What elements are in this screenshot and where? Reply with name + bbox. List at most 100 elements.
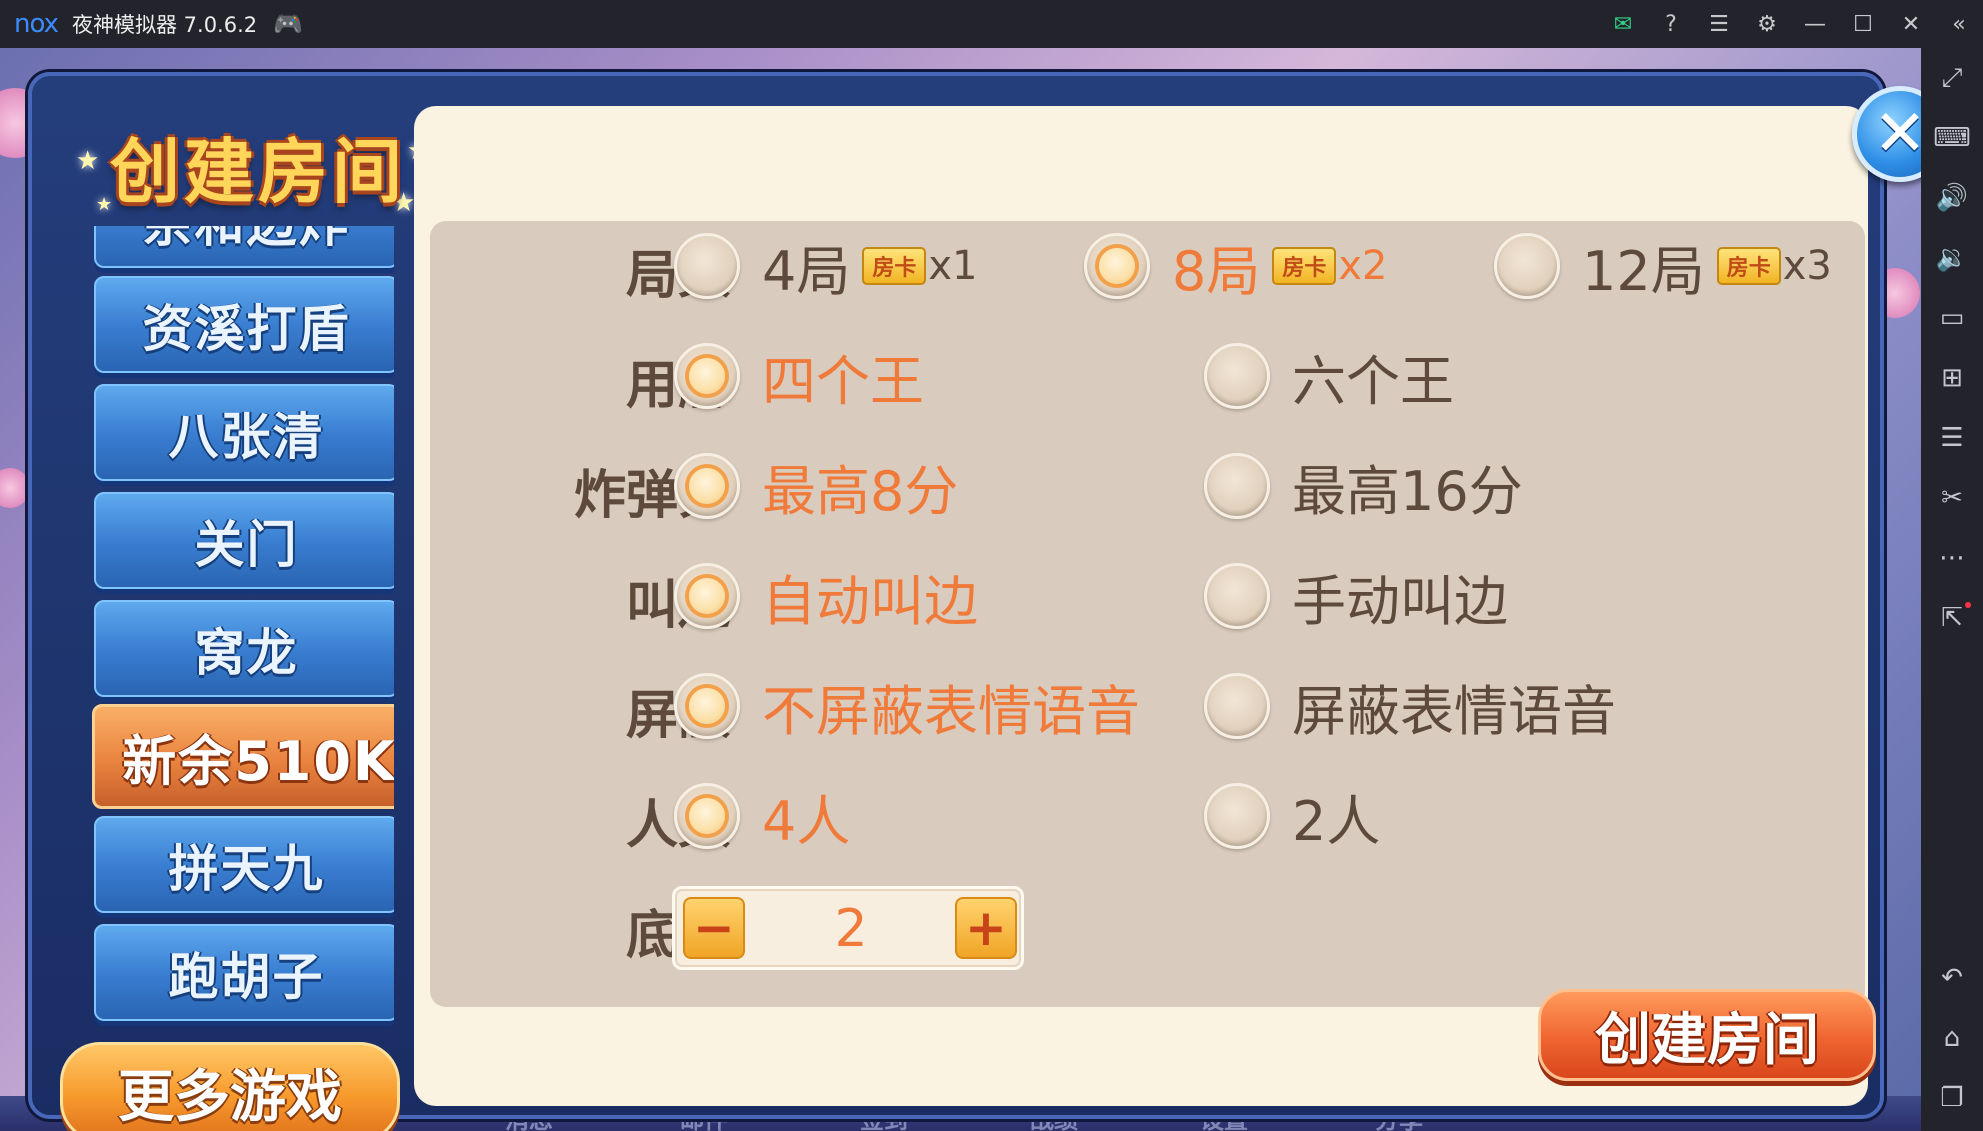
- card-multiplier: x3: [1782, 243, 1832, 289]
- rounds-option-8[interactable]: 8局 房卡 x2: [1084, 221, 1387, 311]
- mute-option-on[interactable]: 屏蔽表情语音: [1204, 661, 1616, 751]
- players-option-4[interactable]: 4人: [674, 771, 850, 861]
- game-item[interactable]: 八张清: [94, 384, 394, 481]
- option-text: 2人: [1292, 789, 1381, 853]
- option-text: 最高16分: [1292, 459, 1523, 523]
- option-text: 8局: [1172, 239, 1261, 303]
- option-text: 最高8分: [762, 459, 959, 523]
- radio-button-checked[interactable]: [674, 563, 740, 629]
- create-room-dialog: ★ ★ ★ ★ 创建房间 余和边炸 资溪打盾 八张清 关门 窝龙 新余510K …: [28, 72, 1921, 1131]
- collapse-icon[interactable]: «: [1935, 0, 1983, 48]
- game-item[interactable]: 关门: [94, 492, 394, 589]
- card-multiplier: x1: [928, 243, 978, 289]
- game-screen: 商城 玩法 消息 邮件 签到 战绩 设置 分享 ★ ★ ★ ★ 创建房间 余和边…: [0, 48, 1921, 1131]
- option-text: 12局: [1582, 239, 1705, 303]
- close-icon[interactable]: ✕: [1887, 0, 1935, 48]
- call-side-row: 叫边 自动叫边 手动叫边: [430, 551, 1865, 641]
- rounds-option-12[interactable]: 12局 房卡 x3: [1494, 221, 1832, 311]
- mail-icon[interactable]: ✉: [1599, 0, 1647, 48]
- mute-row: 屏蔽 不屏蔽表情语音 屏蔽表情语音: [430, 661, 1865, 751]
- room-card-icon: 房卡: [1716, 247, 1781, 285]
- option-text: 4人: [762, 789, 851, 853]
- minimize-icon[interactable]: —: [1791, 0, 1839, 48]
- rounds-option-4[interactable]: 4局 房卡 x1: [674, 221, 977, 311]
- call-side-option-auto[interactable]: 自动叫边: [674, 551, 978, 641]
- home-icon[interactable]: ⌂: [1921, 1016, 1983, 1060]
- menu-icon[interactable]: ☰: [1695, 0, 1743, 48]
- option-text: 六个王: [1292, 349, 1454, 413]
- option-text: 手动叫边: [1292, 569, 1508, 633]
- share-icon[interactable]: ⇱: [1921, 596, 1983, 640]
- recent-apps-icon[interactable]: ❐: [1921, 1076, 1983, 1120]
- apk-install-icon[interactable]: ⊞: [1921, 356, 1983, 400]
- nox-logo: nox: [14, 9, 59, 39]
- volume-up-icon[interactable]: 🔊: [1921, 176, 1983, 220]
- star-icon: ★: [76, 146, 100, 176]
- rounds-row: 局数 4局 房卡 x1 8局 房卡 x2 1: [430, 221, 1865, 311]
- screen-icon[interactable]: ▭: [1921, 296, 1983, 340]
- decor-petal: [0, 468, 30, 508]
- players-row: 人数 4人 2人: [430, 771, 1865, 861]
- bomb-score-row: 炸弹分 最高8分 最高16分: [430, 441, 1865, 531]
- radio-button[interactable]: [1204, 343, 1270, 409]
- radio-button[interactable]: [674, 233, 740, 299]
- emulator-titlebar: nox 夜神模拟器 7.0.6.2 🎮 ✉ ? ☰ ⚙ — ☐ ✕ «: [0, 0, 1983, 48]
- radio-button-checked[interactable]: [674, 453, 740, 519]
- radio-button[interactable]: [1204, 783, 1270, 849]
- game-type-list[interactable]: 余和边炸 资溪打盾 八张清 关门 窝龙 新余510K 拼天九 跑胡子: [64, 226, 394, 1026]
- cards-option-four-kings[interactable]: 四个王: [674, 331, 924, 421]
- window-controls: ✉ ? ☰ ⚙ — ☐ ✕ «: [1599, 0, 1983, 48]
- game-item[interactable]: 拼天九: [94, 816, 394, 913]
- radio-button[interactable]: [1204, 673, 1270, 739]
- cards-row: 用牌 四个王 六个王: [430, 331, 1865, 421]
- close-icon: ✕: [1873, 97, 1921, 171]
- dialog-title: 创建房间: [110, 131, 406, 213]
- keyboard-icon[interactable]: ⌨: [1921, 116, 1983, 160]
- radio-button-checked[interactable]: [1084, 233, 1150, 299]
- plus-button[interactable]: +: [955, 897, 1017, 959]
- screenshot-icon[interactable]: ✂: [1921, 476, 1983, 520]
- multi-instance-icon[interactable]: ☰: [1921, 416, 1983, 460]
- option-text: 四个王: [762, 349, 924, 413]
- more-icon[interactable]: ⋯: [1921, 536, 1983, 580]
- call-side-option-manual[interactable]: 手动叫边: [1204, 551, 1508, 641]
- room-card-icon: 房卡: [862, 247, 927, 285]
- more-games-button[interactable]: 更多游戏: [60, 1042, 400, 1131]
- option-text: 4局: [762, 239, 851, 303]
- gamepad-icon[interactable]: 🎮: [273, 10, 303, 38]
- base-score-value: 2: [834, 899, 868, 959]
- fullscreen-icon[interactable]: ⤢: [1921, 56, 1983, 100]
- radio-button-checked[interactable]: [674, 673, 740, 739]
- radio-button-checked[interactable]: [674, 783, 740, 849]
- game-item[interactable]: 余和边炸: [94, 226, 394, 268]
- radio-button-checked[interactable]: [674, 343, 740, 409]
- card-multiplier: x2: [1338, 243, 1388, 289]
- back-icon[interactable]: ↶: [1921, 956, 1983, 1000]
- radio-button[interactable]: [1204, 563, 1270, 629]
- game-item[interactable]: 窝龙: [94, 600, 394, 697]
- game-item-selected[interactable]: 新余510K: [92, 704, 394, 809]
- help-icon[interactable]: ?: [1647, 0, 1695, 48]
- emulator-sidebar: ⤢ ⌨ 🔊 🔉 ▭ ⊞ ☰ ✂ ⋯ ⇱ ↶ ⌂ ❐: [1921, 48, 1983, 1131]
- room-card-icon: 房卡: [1272, 247, 1337, 285]
- bomb-score-option-8[interactable]: 最高8分: [674, 441, 958, 531]
- bomb-score-option-16[interactable]: 最高16分: [1204, 441, 1523, 531]
- options-box: 局数 4局 房卡 x1 8局 房卡 x2 1: [430, 221, 1865, 1007]
- option-text: 不屏蔽表情语音: [762, 679, 1140, 743]
- base-score-stepper: − 2 +: [672, 886, 1024, 970]
- create-room-button[interactable]: 创建房间: [1538, 989, 1876, 1081]
- mute-option-off[interactable]: 不屏蔽表情语音: [674, 661, 1140, 751]
- minus-button[interactable]: −: [683, 897, 745, 959]
- game-item[interactable]: 跑胡子: [94, 924, 394, 1021]
- dialog-title-banner: ★ ★ ★ ★ 创建房间: [62, 106, 437, 221]
- settings-icon[interactable]: ⚙: [1743, 0, 1791, 48]
- maximize-icon[interactable]: ☐: [1839, 0, 1887, 48]
- volume-down-icon[interactable]: 🔉: [1921, 236, 1983, 280]
- game-item[interactable]: 资溪打盾: [94, 276, 394, 373]
- option-text: 屏蔽表情语音: [1292, 679, 1616, 743]
- room-options-panel: 局数 4局 房卡 x1 8局 房卡 x2 1: [414, 106, 1876, 1106]
- radio-button[interactable]: [1494, 233, 1560, 299]
- radio-button[interactable]: [1204, 453, 1270, 519]
- cards-option-six-kings[interactable]: 六个王: [1204, 331, 1454, 421]
- players-option-2[interactable]: 2人: [1204, 771, 1380, 861]
